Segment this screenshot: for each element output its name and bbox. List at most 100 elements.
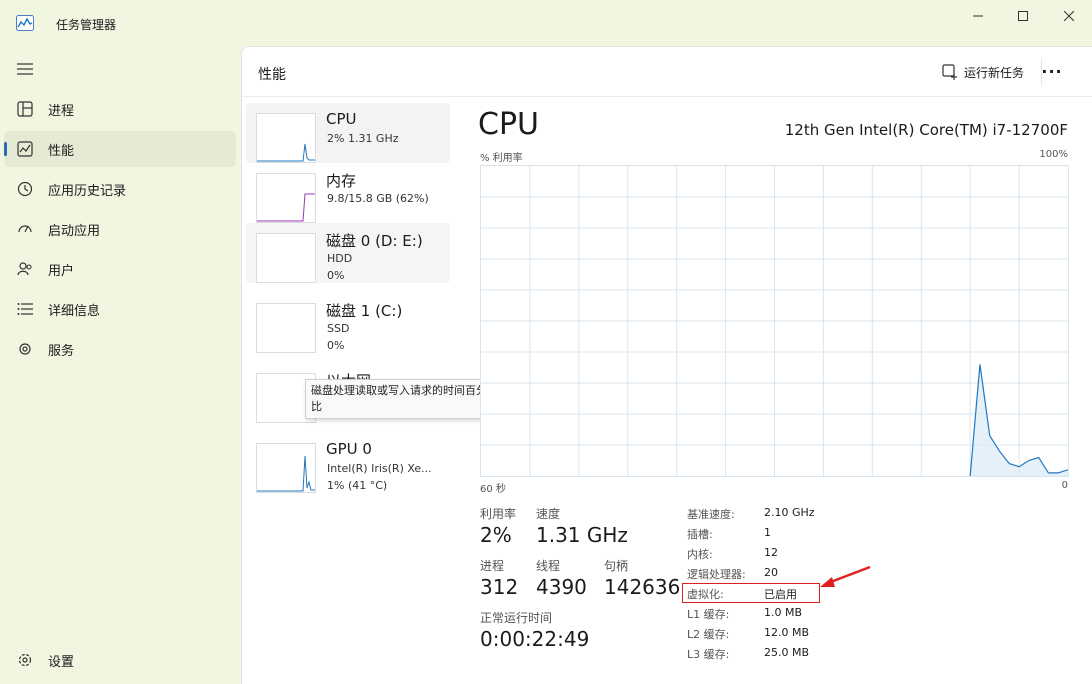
new-task-icon — [942, 64, 957, 80]
page-header: 性能 运行新任务 ··· — [242, 47, 1092, 97]
sidebar-item-label: 启动应用 — [48, 223, 101, 239]
services-icon — [16, 340, 34, 358]
sidebar-item-label: 进程 — [48, 103, 75, 119]
device-thumbnail — [256, 113, 316, 163]
threads-value: 4390 — [536, 575, 587, 599]
chart-canvas — [481, 166, 1069, 477]
close-button[interactable] — [1046, 0, 1092, 32]
spec-label: L1 缓存: — [687, 608, 730, 621]
device-name: CPU — [326, 110, 357, 128]
spec-value: 12 — [764, 546, 778, 559]
spec-label: 内核: — [687, 548, 713, 561]
memory-mini-graph — [257, 193, 315, 222]
title-bar: 任务管理器 — [0, 0, 1092, 46]
maximize-icon — [1018, 11, 1028, 21]
x-axis-left-label: 60 秒 — [480, 484, 506, 495]
hamburger-icon — [16, 60, 34, 78]
run-new-task-button[interactable]: 运行新任务 — [942, 60, 1024, 84]
spec-value: 1 — [764, 526, 771, 539]
settings-label: 设置 — [48, 654, 75, 670]
sidebar: 进程 性能 应用历史记录 启动应用 用户 详细信息 服务 设置 — [0, 46, 240, 684]
detail-title: CPU — [478, 107, 539, 142]
sidebar-item-details[interactable]: 详细信息 — [4, 291, 236, 327]
speed-label: 速度 — [536, 507, 561, 521]
window-title: 任务管理器 — [56, 18, 117, 32]
x-axis-right-label: 0 — [1061, 480, 1068, 491]
processes-icon — [16, 100, 34, 118]
maximize-button[interactable] — [1000, 0, 1046, 32]
main-panel: 性能 运行新任务 ··· CPU 2% 1.31 GHz 内存 9.8/15.8… — [241, 46, 1092, 684]
spec-value: 1.0 MB — [764, 606, 803, 619]
users-icon — [16, 260, 34, 278]
task-manager-icon — [16, 15, 34, 31]
device-detail: 2% 1.31 GHz — [327, 132, 399, 145]
sidebar-item-users[interactable]: 用户 — [4, 251, 236, 287]
history-icon — [16, 180, 34, 198]
processes-label: 进程 — [480, 559, 505, 573]
utilization-label: 利用率 — [480, 507, 517, 521]
tooltip-line: 比 — [311, 400, 322, 413]
y-axis-max: 100% — [1039, 149, 1068, 160]
uptime-value: 0:00:22:49 — [480, 627, 590, 651]
device-usage: 0% — [327, 269, 345, 282]
run-new-task-label: 运行新任务 — [964, 65, 1025, 80]
spec-value: 2.10 GHz — [764, 506, 815, 519]
gpu-mini-graph — [257, 455, 315, 492]
device-item-memory[interactable]: 内存 9.8/15.8 GB (62%) — [246, 163, 450, 223]
device-usage: 1% (41 °C) — [327, 479, 388, 492]
more-options-button[interactable]: ··· — [1032, 57, 1072, 85]
sidebar-item-label: 服务 — [48, 343, 75, 359]
spec-value: 20 — [764, 566, 778, 579]
sidebar-item-processes[interactable]: 进程 — [4, 91, 236, 127]
device-name: GPU 0 — [326, 440, 372, 458]
processes-value: 312 — [480, 575, 519, 599]
uptime-label: 正常运行时间 — [480, 611, 553, 625]
gear-icon — [16, 651, 34, 669]
spec-label: 逻辑处理器: — [687, 568, 746, 581]
performance-icon — [16, 140, 34, 158]
device-item-disk-0[interactable]: 磁盘 0 (D: E:) HDD 0% — [246, 223, 450, 283]
device-detail: HDD — [327, 252, 353, 265]
sidebar-item-services[interactable]: 服务 — [4, 331, 236, 367]
spec-label: 基准速度: — [687, 508, 735, 521]
hamburger-button[interactable] — [4, 51, 236, 87]
annotation-arrow-icon — [820, 565, 871, 587]
spec-value: 25.0 MB — [764, 646, 810, 659]
device-item-cpu[interactable]: CPU 2% 1.31 GHz — [246, 103, 450, 163]
sidebar-item-label: 详细信息 — [48, 303, 101, 319]
sidebar-item-label: 性能 — [48, 143, 75, 159]
handles-label: 句柄 — [604, 559, 629, 573]
device-name: 内存 — [326, 172, 357, 190]
details-icon — [16, 300, 34, 318]
close-icon — [1064, 11, 1074, 21]
device-thumbnail — [256, 443, 316, 493]
sidebar-item-settings[interactable]: 设置 — [4, 642, 236, 678]
device-detail: SSD — [327, 322, 350, 335]
device-detail: Intel(R) Iris(R) Xe... — [327, 462, 432, 475]
cpu-mini-graph — [257, 143, 315, 162]
minimize-button[interactable] — [955, 0, 1001, 32]
device-usage: 0% — [327, 339, 345, 352]
cpu-utilization-chart — [480, 165, 1069, 477]
device-name: 磁盘 0 (D: E:) — [326, 232, 423, 250]
cpu-model: 12th Gen Intel(R) Core(TM) i7-12700F — [784, 121, 1068, 139]
sidebar-item-performance[interactable]: 性能 — [4, 131, 236, 167]
active-indicator — [4, 142, 7, 156]
handles-value: 142636 — [604, 575, 681, 599]
device-detail: 9.8/15.8 GB (62%) — [327, 192, 429, 205]
virtualization-highlight — [682, 583, 820, 603]
sidebar-item-label: 用户 — [48, 263, 75, 279]
sidebar-item-label: 应用历史记录 — [48, 183, 127, 199]
device-item-gpu-0[interactable]: GPU 0 Intel(R) Iris(R) Xe... 1% (41 °C) — [246, 433, 450, 493]
spec-label: L2 缓存: — [687, 628, 730, 641]
device-thumbnail — [256, 233, 316, 283]
sidebar-item-app-history[interactable]: 应用历史记录 — [4, 171, 236, 207]
speed-value: 1.31 GHz — [536, 523, 628, 547]
device-name: 磁盘 1 (C:) — [326, 302, 403, 320]
page-title: 性能 — [258, 67, 286, 83]
device-thumbnail — [256, 303, 316, 353]
utilization-value: 2% — [480, 523, 512, 547]
device-item-disk-1[interactable]: 磁盘 1 (C:) SSD 0% — [246, 293, 450, 353]
tooltip-line: 磁盘处理读取或写入请求的时间百分 — [311, 384, 487, 397]
sidebar-item-startup[interactable]: 启动应用 — [4, 211, 236, 247]
